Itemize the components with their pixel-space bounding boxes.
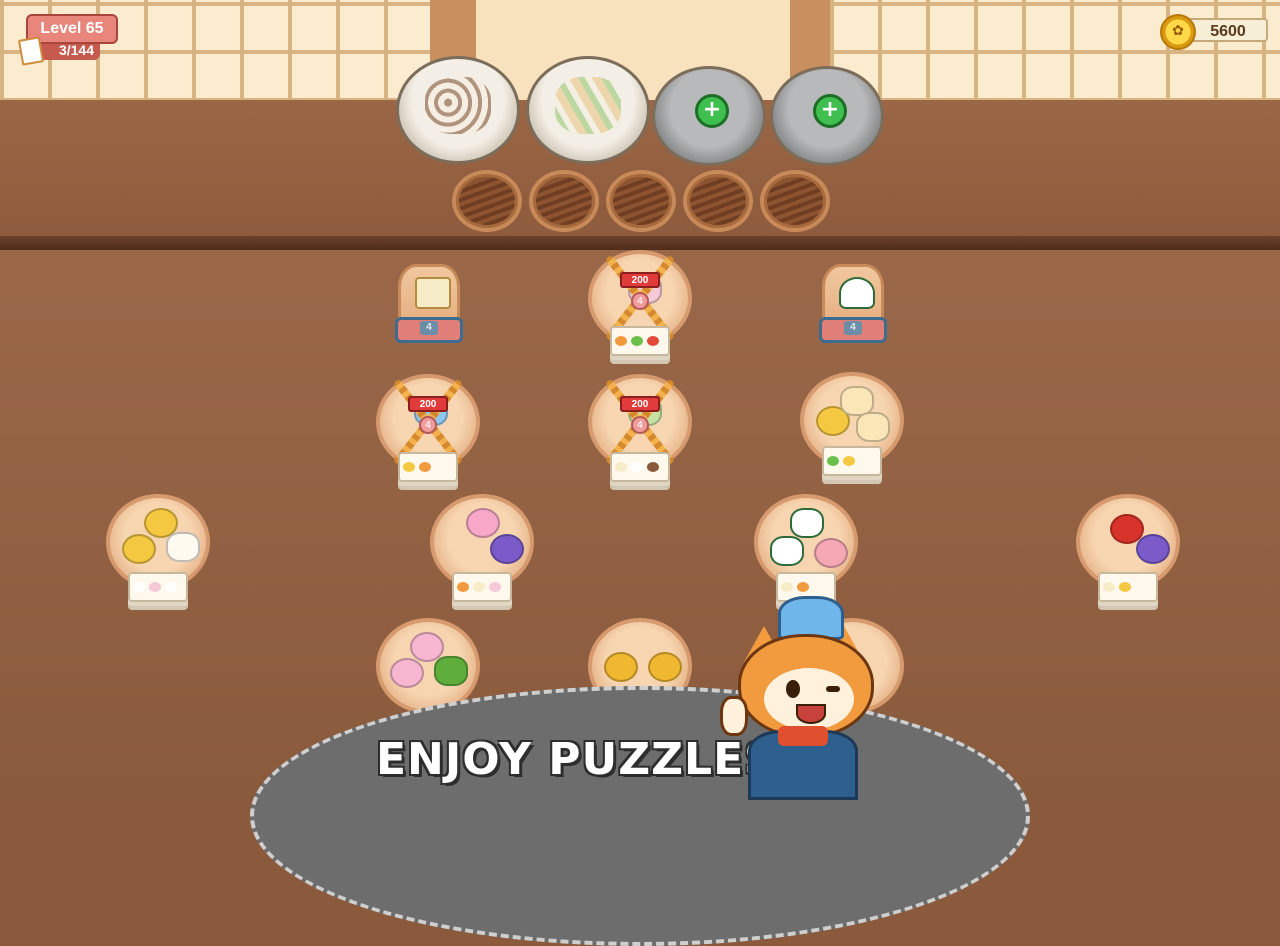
unlock-cost-tag[interactable]: 200 — [408, 396, 448, 412]
pink-bun-icon — [814, 538, 848, 568]
cat-eye — [786, 680, 800, 698]
cat-mouth — [796, 704, 826, 724]
food-tray — [1098, 572, 1158, 602]
basket-slot-2[interactable] — [529, 170, 599, 232]
chef-cat-mascot — [720, 596, 890, 800]
basket-slot-3[interactable] — [606, 170, 676, 232]
sandwich-icon — [166, 532, 200, 562]
flower-cake-icon — [466, 508, 500, 538]
small-steamer-sandwich[interactable]: 4 — [395, 264, 463, 343]
basket-slot-5[interactable] — [760, 170, 830, 232]
lock-count: 4 — [631, 416, 649, 434]
unlock-cost-tag[interactable]: 200 — [620, 272, 660, 288]
sandwich-icon — [554, 77, 622, 135]
food-tray — [610, 326, 670, 356]
matcha-cake-icon — [434, 656, 468, 686]
thumbs-up-icon — [720, 696, 748, 736]
lock-count: 4 — [631, 292, 649, 310]
dumpling-icon — [648, 652, 682, 682]
cat-wink-eye — [826, 686, 840, 692]
counter-edge — [0, 236, 1280, 250]
cake-slice-icon — [856, 412, 890, 442]
shoji-door — [470, 0, 822, 102]
plus-icon[interactable]: + — [813, 94, 847, 129]
serving-plate-2[interactable] — [526, 56, 650, 164]
grape-icon — [490, 534, 524, 564]
food-tray — [128, 572, 188, 602]
dumpling-icon — [604, 652, 638, 682]
onigiri-icon — [770, 536, 804, 566]
stack-count: 4 — [844, 321, 862, 335]
serving-plate-1[interactable] — [396, 56, 520, 164]
basket-slot-4[interactable] — [683, 170, 753, 232]
food-tray — [452, 572, 512, 602]
sushi-roll-icon — [424, 77, 492, 135]
sandwich-icon — [415, 277, 451, 309]
food-tray — [822, 446, 882, 476]
promo-banner — [250, 686, 1030, 946]
grape-icon — [1136, 534, 1170, 564]
food-tray — [398, 452, 458, 482]
empty-plate-1[interactable]: + — [652, 66, 766, 166]
small-steamer-onigiri[interactable]: 4 — [819, 264, 887, 343]
paw-coin-icon: ✿ — [1160, 14, 1196, 50]
unlock-cost-tag[interactable]: 200 — [620, 396, 660, 412]
pink-mochi-icon — [390, 658, 424, 688]
plus-icon[interactable]: + — [695, 94, 729, 129]
red-scarf — [778, 726, 828, 746]
lock-count: 4 — [419, 416, 437, 434]
notepad-icon — [17, 36, 45, 66]
onigiri-icon — [839, 277, 875, 309]
onigiri-icon — [790, 508, 824, 538]
cinnamon-roll-icon — [122, 534, 156, 564]
basket-slot-1[interactable] — [452, 170, 522, 232]
food-tray — [610, 452, 670, 482]
stack-count: 4 — [420, 321, 438, 335]
empty-plate-2[interactable]: + — [770, 66, 884, 166]
shoji-screen-right — [830, 0, 1280, 102]
